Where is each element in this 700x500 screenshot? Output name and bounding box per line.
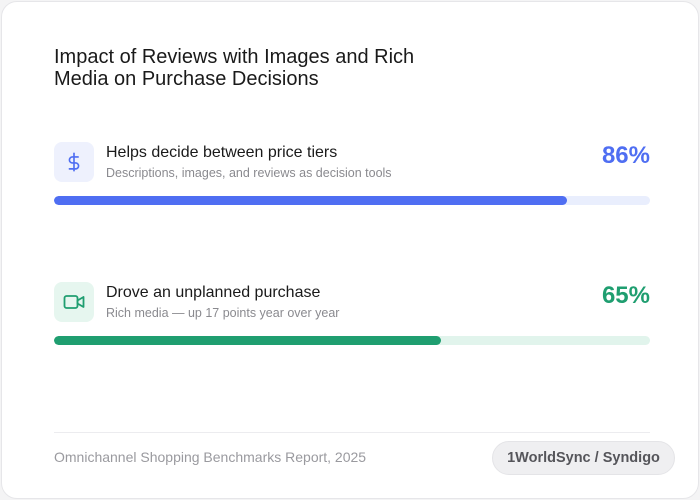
metric-subtitle: Descriptions, images, and reviews as dec…	[106, 166, 392, 180]
metric-subtitle: Rich media — up 17 points year over year	[106, 306, 340, 320]
chart-title: Impact of Reviews with Images and Rich M…	[54, 46, 415, 90]
progress-bar	[54, 196, 567, 205]
metric-label: Drove an unplanned purchase	[106, 284, 321, 301]
progress-bar	[54, 336, 442, 345]
video-camera-icon	[54, 282, 94, 322]
dollar-icon	[54, 142, 94, 182]
progress-track	[54, 196, 650, 205]
source-note: Omnichannel Shopping Benchmarks Report, …	[54, 449, 367, 465]
metric-value: 86%	[601, 142, 650, 169]
brand-badge: 1WorldSync / Syndigo	[492, 441, 675, 475]
progress-track	[54, 336, 650, 345]
metric-label: Helps decide between price tiers	[106, 144, 338, 161]
chart-card: Impact of Reviews with Images and Rich M…	[1, 1, 699, 499]
footer-divider	[54, 432, 650, 433]
metric-value: 65%	[601, 282, 650, 309]
